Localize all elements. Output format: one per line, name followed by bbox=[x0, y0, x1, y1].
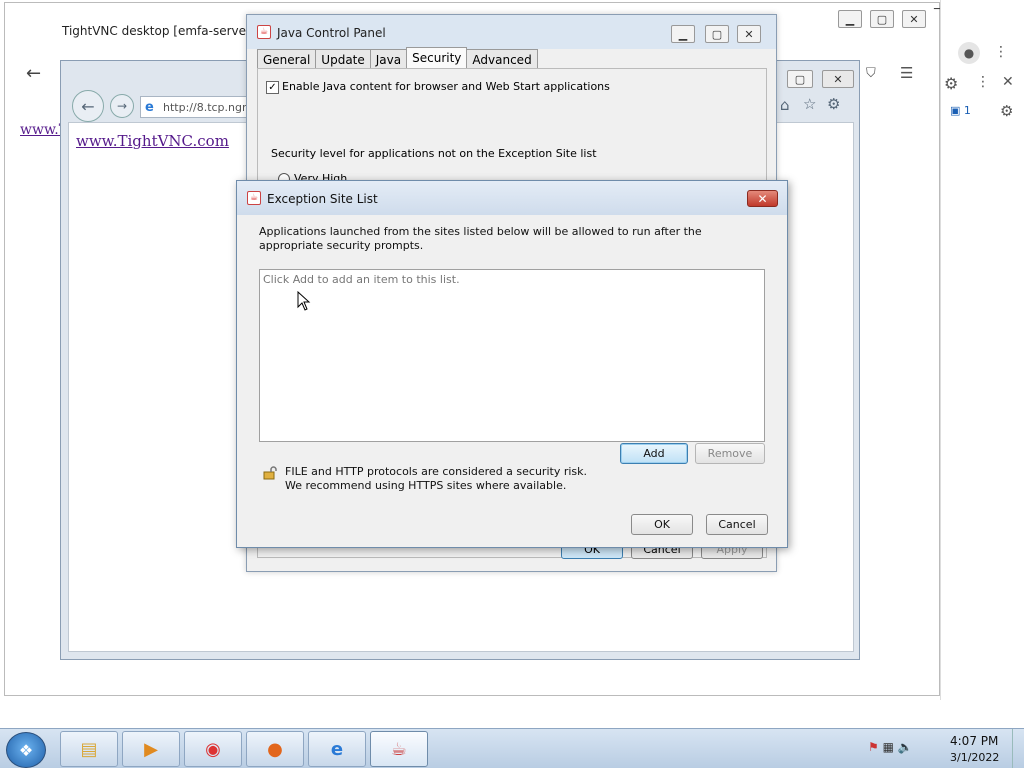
clock-date[interactable]: 3/1/2022 bbox=[950, 751, 999, 764]
warning-line-2: We recommend using HTTPS sites where ava… bbox=[285, 479, 567, 492]
hamburger-menu-icon[interactable]: ☰ bbox=[900, 64, 913, 82]
esl-close-button[interactable]: ✕ bbox=[747, 190, 778, 207]
comment-icon: ▣ bbox=[950, 104, 961, 117]
remove-button[interactable]: Remove bbox=[695, 443, 765, 464]
unlocked-padlock-icon bbox=[263, 466, 277, 480]
tightvnc-link[interactable]: www.TightVNC.com bbox=[76, 132, 229, 150]
java-icon: ☕ bbox=[390, 738, 408, 760]
jcp-close-button[interactable]: ✕ bbox=[737, 25, 761, 43]
jcp-minimize-button[interactable]: ▁ bbox=[671, 25, 695, 43]
show-desktop-button[interactable] bbox=[1012, 729, 1024, 768]
media-player-icon: ▶ bbox=[144, 738, 158, 760]
ie-back-icon[interactable]: ← bbox=[72, 90, 104, 122]
settings-gear-icon-2[interactable]: ⚙ bbox=[1000, 102, 1013, 120]
volume-icon[interactable]: 🔈 bbox=[898, 740, 913, 754]
taskbar-file-explorer[interactable]: ▤ bbox=[60, 731, 118, 767]
list-placeholder: Click Add to add an item to this list. bbox=[263, 273, 460, 286]
ie-icon: e bbox=[330, 738, 344, 760]
ie-address-text: http://8.tcp.ngr bbox=[163, 100, 247, 114]
tab-advanced[interactable]: Advanced bbox=[466, 49, 538, 69]
exception-site-list[interactable]: Click Add to add an item to this list. bbox=[259, 269, 765, 442]
close-panel-icon[interactable]: ✕ bbox=[1002, 74, 1014, 90]
ie-logo-icon: e bbox=[145, 100, 154, 115]
firefox-icon: ● bbox=[267, 738, 283, 760]
comment-count: 1 bbox=[963, 104, 971, 117]
jcp-tab-strip: General Update Java Security Advanced bbox=[257, 47, 538, 69]
close-icon: ✕ bbox=[757, 191, 768, 206]
java-icon: ☕ bbox=[247, 191, 261, 205]
taskbar-internet-explorer[interactable]: e bbox=[308, 731, 366, 767]
tools-gear-icon[interactable]: ⚙ bbox=[827, 95, 840, 113]
favorites-star-icon[interactable]: ☆ bbox=[803, 95, 816, 113]
jcp-maximize-button[interactable]: ▢ bbox=[705, 25, 729, 43]
ie-address-bar[interactable]: e http://8.tcp.ngr bbox=[140, 96, 250, 118]
esl-cancel-button[interactable]: Cancel bbox=[706, 514, 768, 535]
security-warning: FILE and HTTP protocols are considered a… bbox=[285, 465, 587, 493]
tab-java[interactable]: Java bbox=[369, 49, 408, 69]
comment-badge[interactable]: ▣ 1 bbox=[950, 104, 971, 117]
ie-close-button[interactable]: ✕ bbox=[822, 70, 854, 88]
action-center-flag-icon[interactable]: ⚑ bbox=[868, 740, 879, 754]
ie-restore-button[interactable]: ▢ bbox=[787, 70, 813, 88]
java-icon: ☕ bbox=[257, 25, 271, 39]
exception-site-list-dialog: ☕ Exception Site List ✕ Applications lau… bbox=[236, 180, 788, 548]
windows-logo-icon: ❖ bbox=[18, 740, 34, 760]
jcp-title: Java Control Panel bbox=[277, 26, 386, 40]
more-menu-icon[interactable]: ⋮ bbox=[976, 74, 990, 90]
ie-forward-icon[interactable]: → bbox=[110, 94, 134, 118]
add-button[interactable]: Add bbox=[620, 443, 688, 464]
home-icon[interactable]: ⌂ bbox=[780, 96, 790, 114]
start-button[interactable]: ❖ bbox=[6, 732, 46, 768]
tab-general[interactable]: General bbox=[257, 49, 317, 69]
taskbar-chrome[interactable]: ◉ bbox=[184, 731, 242, 767]
vnc-maximize-button[interactable]: ▢ bbox=[870, 10, 894, 28]
warning-line-1: FILE and HTTP protocols are considered a… bbox=[285, 465, 588, 478]
tab-security[interactable]: Security bbox=[406, 47, 468, 69]
esl-title: Exception Site List bbox=[267, 192, 378, 206]
esl-ok-button[interactable]: OK bbox=[631, 514, 693, 535]
vnc-close-button[interactable]: ✕ bbox=[902, 10, 926, 28]
pocket-icon[interactable]: ⛉ bbox=[866, 66, 876, 81]
taskbar-firefox[interactable]: ● bbox=[246, 731, 304, 767]
chrome-icon: ◉ bbox=[205, 738, 221, 760]
vnc-window-title: TightVNC desktop [emfa-server1] bbox=[62, 24, 264, 38]
kebab-menu-icon[interactable]: ⋮ bbox=[994, 44, 1008, 60]
clock-time[interactable]: 4:07 PM bbox=[950, 734, 998, 748]
network-icon[interactable]: ▦ bbox=[883, 740, 894, 754]
file-explorer-icon: ▤ bbox=[80, 738, 98, 760]
settings-gear-icon[interactable]: ⚙ bbox=[944, 74, 958, 93]
profile-avatar-icon[interactable]: ● bbox=[958, 42, 980, 64]
vnc-minimize-button[interactable]: ▁ bbox=[838, 10, 862, 28]
security-level-label: Security level for applications not on t… bbox=[271, 147, 597, 160]
taskbar-java[interactable]: ☕ bbox=[370, 731, 428, 767]
esl-description: Applications launched from the sites lis… bbox=[259, 225, 702, 252]
enable-java-checkbox[interactable]: ✓ bbox=[266, 81, 279, 94]
enable-java-label: Enable Java content for browser and Web … bbox=[282, 80, 610, 93]
back-arrow-icon[interactable]: ← bbox=[26, 63, 41, 84]
system-tray: ⚑ ▦ 🔈 bbox=[868, 740, 913, 754]
tab-update[interactable]: Update bbox=[315, 49, 371, 69]
mouse-pointer-icon bbox=[297, 291, 311, 311]
taskbar-media-player[interactable]: ▶ bbox=[122, 731, 180, 767]
